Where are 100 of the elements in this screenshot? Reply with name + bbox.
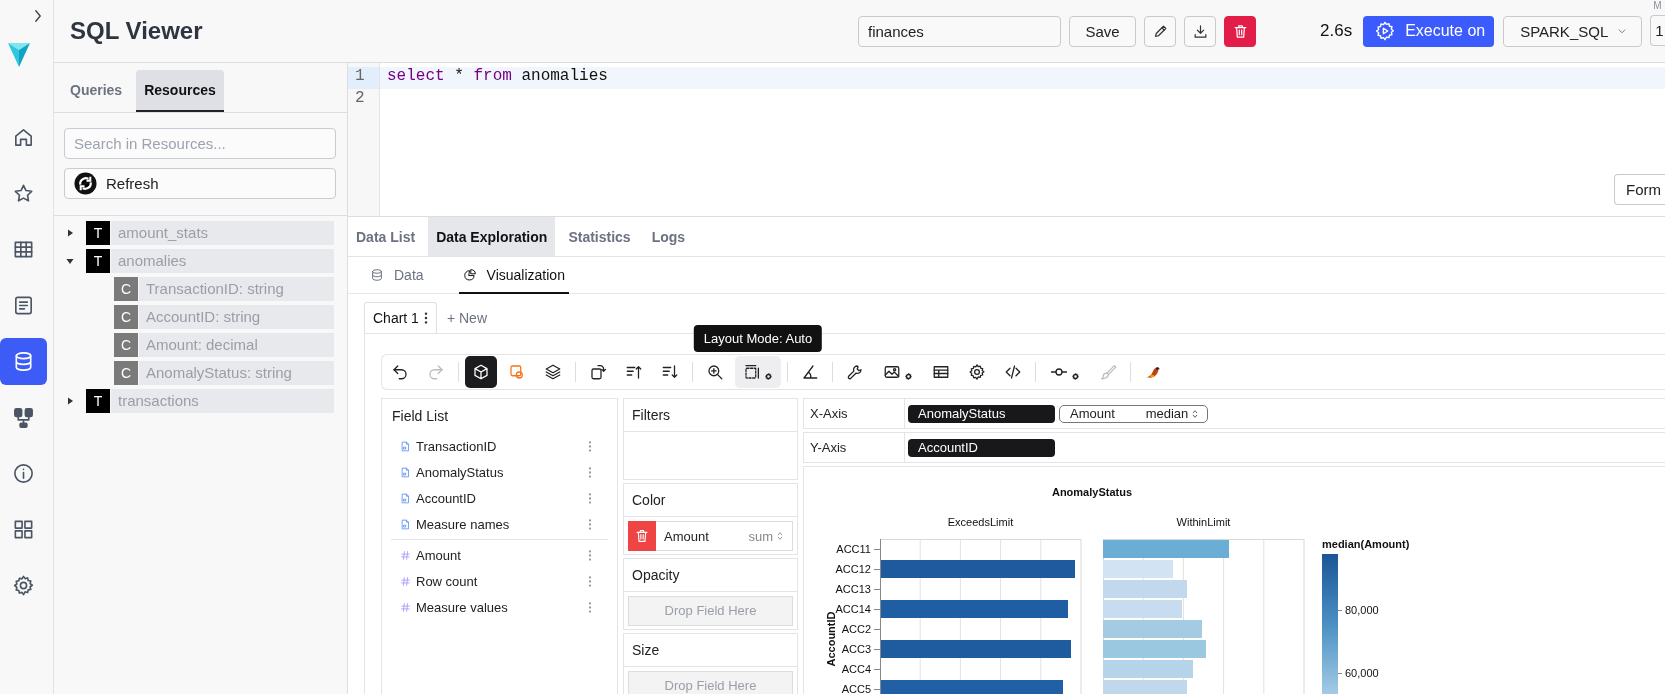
engine-select[interactable]: SPARK_SQL <box>1503 15 1643 47</box>
chevron-right-icon[interactable] <box>33 9 43 23</box>
download-button[interactable] <box>1184 15 1216 47</box>
tab[interactable]: Logs <box>643 217 694 256</box>
field-pill[interactable]: AccountID <box>908 438 1055 457</box>
type-badge: T <box>86 221 110 245</box>
database-icon <box>370 267 384 282</box>
gear-icon <box>904 372 913 381</box>
aggregate-label: sum <box>748 528 773 544</box>
hash-icon <box>400 575 411 587</box>
cube-button[interactable] <box>465 356 497 388</box>
field-label: M <box>1652 0 1663 12</box>
tab[interactable]: Statistics <box>560 217 639 256</box>
axis-label: ACC3 <box>841 643 871 655</box>
caret-down-icon[interactable] <box>65 256 75 266</box>
field-name: Amount <box>664 528 710 544</box>
tooltip: Layout Mode: Auto <box>693 325 823 352</box>
panel-title: Field List <box>391 407 450 426</box>
legend-label: 80,000 <box>1345 604 1379 616</box>
chart-title: AnomalyStatus <box>1051 486 1133 498</box>
type-badge: T <box>86 389 110 413</box>
field-name[interactable]: Measure values <box>416 599 588 615</box>
caret-right-icon[interactable] <box>65 396 75 406</box>
field-name[interactable]: AccountID <box>416 490 588 506</box>
section-title: Color <box>624 484 797 517</box>
document-icon <box>400 440 411 452</box>
trash-icon <box>634 528 650 544</box>
axis-label: ACC5 <box>841 683 871 694</box>
edit-button[interactable] <box>1144 15 1176 47</box>
section-title: Opacity <box>624 559 797 592</box>
delete-button[interactable] <box>628 521 656 551</box>
save-button[interactable]: Save <box>1069 15 1136 47</box>
execute-button[interactable]: Execute on <box>1363 15 1495 47</box>
shelf-label: X-Axis <box>804 399 905 428</box>
caret-right-icon[interactable] <box>65 228 75 238</box>
document-icon <box>12 294 35 317</box>
tab[interactable]: Resources <box>136 70 224 112</box>
home-icon <box>12 126 35 149</box>
hash-icon <box>400 549 411 561</box>
field-name[interactable]: Row count <box>416 573 588 589</box>
axis-label: ACC12 <box>835 563 871 575</box>
field-name[interactable]: Amount <box>416 547 588 563</box>
type-badge: C <box>114 305 138 329</box>
search-field[interactable]: Search in Resources... <box>64 128 336 159</box>
gear-icon <box>764 372 773 381</box>
legend-label: 60,000 <box>1345 667 1379 679</box>
page-title: SQL Viewer <box>70 17 203 45</box>
facet-label: WithinLimit <box>1176 516 1231 528</box>
pie-chart-icon <box>462 267 477 282</box>
field-pill[interactable]: Amount median <box>1059 404 1208 423</box>
new-chart-button[interactable]: + New <box>436 302 497 333</box>
form-button[interactable]: Form <box>1614 174 1665 205</box>
legend-title: median(Amount) <box>1322 538 1410 550</box>
field-pill[interactable]: AnomalyStatus <box>908 404 1055 423</box>
shelf-label: Y-Axis <box>804 433 905 462</box>
diagram-icon <box>12 406 35 429</box>
number-field[interactable]: 1 <box>1650 15 1665 46</box>
sort-chevrons-icon[interactable] <box>777 531 783 541</box>
nav-button[interactable] <box>0 338 47 385</box>
refresh-button[interactable]: Refresh <box>64 168 336 199</box>
info-icon <box>12 462 35 485</box>
document-icon <box>400 518 411 530</box>
query-name-field[interactable]: finances <box>858 15 1061 47</box>
refresh-icon <box>74 172 97 195</box>
axis-label: ACC14 <box>835 603 871 615</box>
line-number: 2 <box>354 89 366 109</box>
bar <box>1103 560 1173 578</box>
axis-label: ACC2 <box>841 623 871 635</box>
type-badge: T <box>86 249 110 273</box>
layout-button[interactable] <box>735 356 781 388</box>
delete-button[interactable] <box>1224 15 1256 47</box>
field-name[interactable]: TransactionID <box>416 438 588 454</box>
document-icon <box>400 466 411 478</box>
settings-icon <box>12 574 35 597</box>
gear-play-icon <box>1374 20 1397 42</box>
sort-chevrons-icon[interactable] <box>1192 409 1199 420</box>
field-name[interactable]: AnomalyStatus <box>416 464 588 480</box>
star-icon <box>12 182 35 205</box>
table-icon <box>12 238 35 261</box>
tab[interactable]: Chart 1 <box>364 302 437 333</box>
line-number: 1 <box>348 67 379 89</box>
hash-icon <box>400 601 411 613</box>
axis-label: ACC4 <box>841 663 871 675</box>
tab[interactable]: Queries <box>62 70 131 112</box>
gear-icon <box>1071 372 1080 381</box>
tab[interactable]: Visualization <box>458 257 569 294</box>
more-icon[interactable] <box>423 311 428 325</box>
type-badge: C <box>114 361 138 385</box>
axis-title: AccountID <box>825 611 837 667</box>
tab[interactable]: Data List <box>348 217 424 256</box>
facet-label: ExceedsLimit <box>947 516 1014 528</box>
axis-label: ACC11 <box>836 543 871 555</box>
section-title: Size <box>624 634 797 667</box>
tab[interactable]: Data Exploration <box>428 217 556 256</box>
document-icon <box>400 492 411 504</box>
type-badge: C <box>114 333 138 357</box>
axis-label: ACC13 <box>835 583 871 595</box>
field-name[interactable]: Measure names <box>416 516 588 532</box>
tab[interactable]: Data <box>366 257 428 294</box>
type-badge: C <box>114 277 138 301</box>
